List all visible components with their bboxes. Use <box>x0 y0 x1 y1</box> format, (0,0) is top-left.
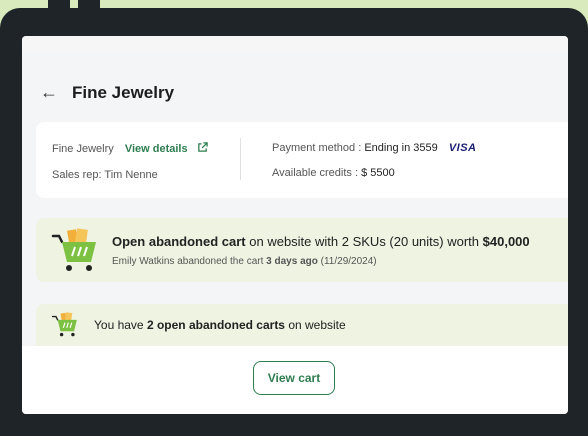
abandoned-cart-middle: on website with 2 SKUs (20 units) worth <box>245 234 483 249</box>
arrow-left-icon[interactable]: ← <box>40 82 60 103</box>
account-info-left: Fine Jewelry View details Sales rep: Tim… <box>52 142 208 181</box>
payment-method-value: Ending in 3559 <box>364 142 438 154</box>
abandoned-cart-prefix: Open abandoned cart <box>112 234 246 249</box>
carts-summary-prefix: You have <box>94 318 147 332</box>
abandoned-cart-days: 3 days ago <box>266 256 318 267</box>
account-info-card: Fine Jewelry View details Sales rep: Tim… <box>36 122 568 198</box>
top-band <box>22 36 568 52</box>
sales-rep: Sales rep: Tim Nenne <box>52 169 158 181</box>
credits-value: $ 5500 <box>361 167 395 179</box>
carts-summary-message: You have 2 open abandoned carts on websi… <box>94 318 346 332</box>
abandoned-cart-subtext: Emily Watkins abandoned the cart 3 days … <box>112 256 377 267</box>
page-header: ← Fine Jewelry <box>40 82 174 103</box>
credits-label: Available credits : <box>272 167 359 179</box>
view-details-link[interactable]: View details <box>125 143 188 155</box>
account-info-right: Payment method : Ending in 3559 VISA Ava… <box>272 142 477 179</box>
abandoned-cart-date: (11/29/2024) <box>320 256 377 267</box>
carts-summary-banner: You have 2 open abandoned carts on websi… <box>36 304 568 346</box>
shopping-cart-icon <box>50 312 80 343</box>
carts-summary-count: 2 open abandoned carts <box>146 318 285 332</box>
carts-summary-suffix: on website <box>284 318 346 332</box>
shopping-cart-icon <box>50 228 100 279</box>
visa-logo: VISA <box>448 142 477 154</box>
view-cart-button[interactable]: View cart <box>253 361 335 395</box>
footer: View cart <box>22 346 568 414</box>
screen: ← Fine Jewelry Fine Jewelry View details… <box>22 36 568 414</box>
abandoned-cart-banner: Open abandoned cart on website with 2 SK… <box>36 218 568 282</box>
account-name: Fine Jewelry <box>52 143 114 155</box>
page-title: Fine Jewelry <box>72 82 175 102</box>
abandoned-cart-message: Open abandoned cart on website with 2 SK… <box>112 234 530 249</box>
abandoned-cart-amount: $40,000 <box>482 234 530 249</box>
divider <box>240 138 241 180</box>
tablet-frame: ← Fine Jewelry Fine Jewelry View details… <box>0 8 588 436</box>
external-link-icon[interactable] <box>197 142 208 156</box>
abandoned-cart-sub-prefix: Emily Watkins abandoned the cart <box>112 256 267 267</box>
payment-method-label: Payment method : <box>272 142 362 154</box>
